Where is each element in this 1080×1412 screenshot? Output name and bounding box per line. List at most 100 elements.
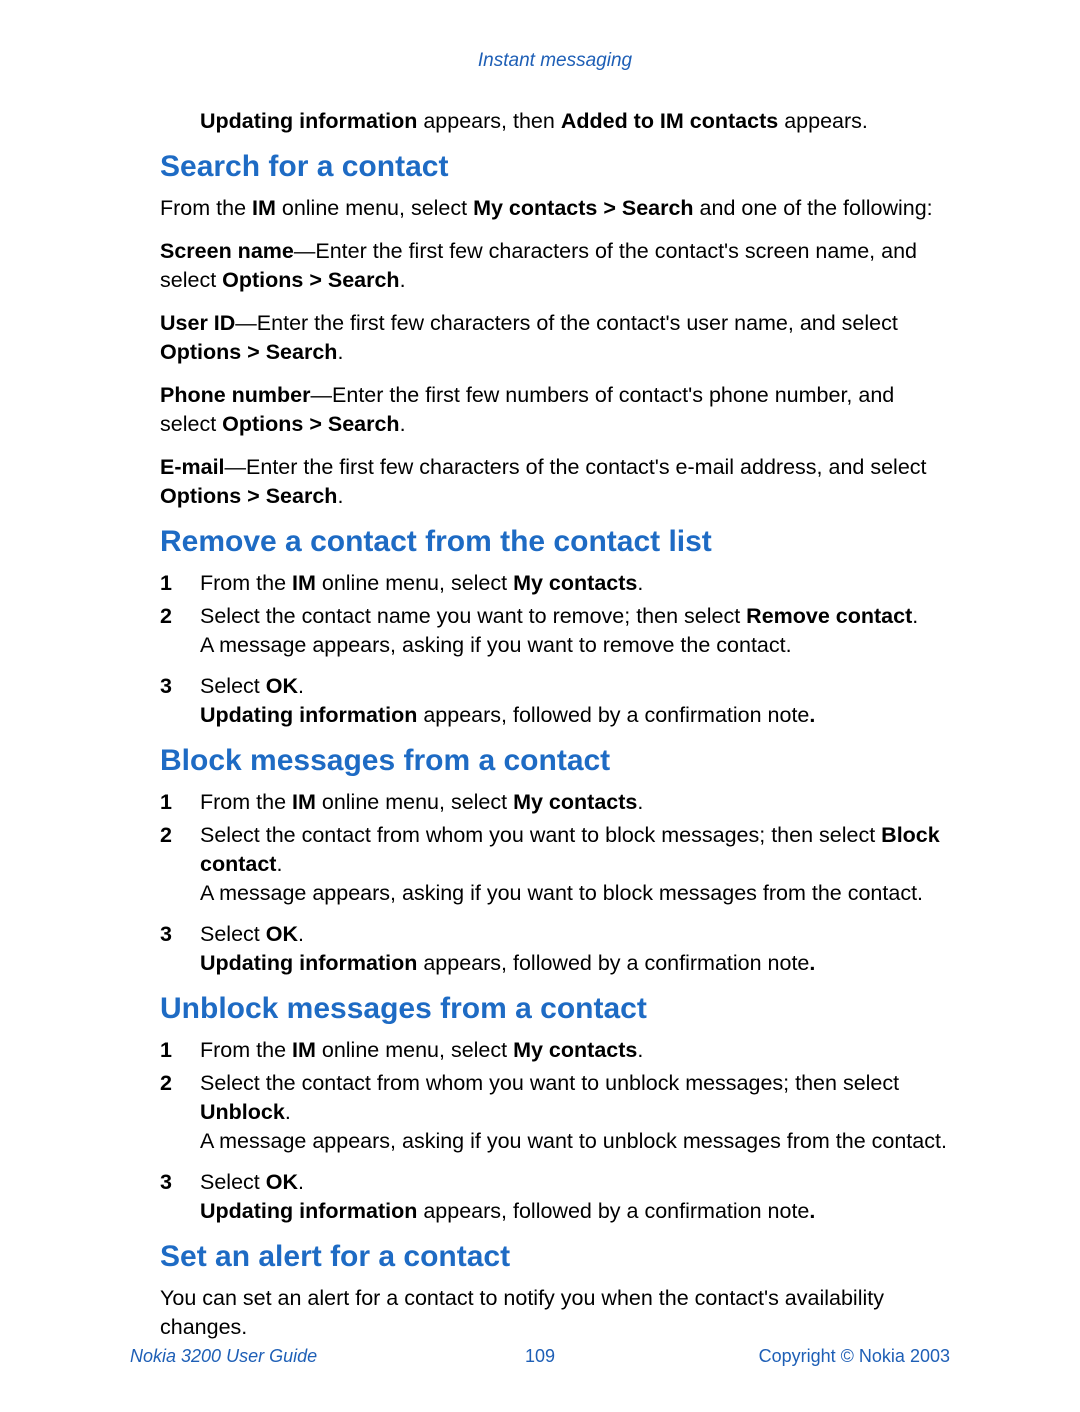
block-s1-b1: IM [292, 790, 316, 814]
search-p2-t2: . [400, 268, 406, 292]
search-p5: E-mail—Enter the first few characters of… [160, 453, 950, 511]
footer-right: Copyright © Nokia 2003 [759, 1346, 950, 1367]
block-step-3-num: 3 [160, 920, 172, 949]
unblock-step-3: 3 Select OK. Updating information appear… [160, 1168, 950, 1226]
search-p1-b1: IM [252, 196, 276, 220]
remove-s1-b1: IM [292, 571, 316, 595]
remove-step-3: 3 Select OK. Updating information appear… [160, 672, 950, 730]
search-p3-t2: . [337, 340, 343, 364]
search-p5-t1: —Enter the first few characters of the c… [225, 455, 927, 479]
unblock-step-1-num: 1 [160, 1036, 172, 1065]
block-s2-t2: . [276, 852, 282, 876]
unblock-s3-b1: OK [266, 1170, 298, 1194]
remove-step-2: 2 Select the contact name you want to re… [160, 602, 950, 660]
search-p1-t3: and one of the following: [694, 196, 933, 220]
remove-s3-line2t: appears, followed by a confirmation note [417, 703, 809, 727]
unblock-step-3-num: 3 [160, 1168, 172, 1197]
unblock-s2-line2: A message appears, asking if you want to… [200, 1129, 947, 1153]
remove-s3-line2b2: . [809, 703, 815, 727]
intro-text-1: appears, then [417, 109, 560, 133]
footer-left: Nokia 3200 User Guide [130, 1346, 317, 1367]
search-p4-b2: Options > Search [222, 412, 399, 436]
block-step-3: 3 Select OK. Updating information appear… [160, 920, 950, 978]
alert-p1: You can set an alert for a contact to no… [160, 1284, 950, 1342]
remove-s2-line2: A message appears, asking if you want to… [200, 633, 792, 657]
unblock-steps: 1 From the IM online menu, select My con… [160, 1036, 950, 1226]
unblock-s3-t1: Select [200, 1170, 266, 1194]
remove-s1-t1: From the [200, 571, 292, 595]
block-s3-line2t: appears, followed by a confirmation note [417, 951, 809, 975]
search-p5-b2: Options > Search [160, 484, 337, 508]
remove-step-1: 1 From the IM online menu, select My con… [160, 569, 950, 598]
search-p4-b1: Phone number [160, 383, 311, 407]
footer-page-number: 109 [525, 1346, 555, 1367]
remove-s3-line2b: Updating information [200, 703, 417, 727]
block-step-1-num: 1 [160, 788, 172, 817]
page-header: Instant messaging [160, 50, 950, 72]
search-p2-b1: Screen name [160, 239, 294, 263]
search-p5-t2: . [337, 484, 343, 508]
block-s3-line2b2: . [809, 951, 815, 975]
heading-block: Block messages from a contact [160, 744, 950, 778]
search-p3-t1: —Enter the first few characters of the c… [235, 311, 898, 335]
search-p4-t2: . [400, 412, 406, 436]
unblock-s3-t2: . [298, 1170, 304, 1194]
intro-bold-added: Added to IM contacts [561, 109, 778, 133]
heading-alert: Set an alert for a contact [160, 1240, 950, 1274]
remove-s2-t1: Select the contact name you want to remo… [200, 604, 746, 628]
intro-paragraph: Updating information appears, then Added… [160, 107, 950, 136]
remove-step-3-num: 3 [160, 672, 172, 701]
unblock-step-2: 2 Select the contact from whom you want … [160, 1069, 950, 1156]
unblock-step-2-num: 2 [160, 1069, 172, 1098]
block-s1-t2: online menu, select [316, 790, 513, 814]
unblock-s3-line2b2: . [809, 1199, 815, 1223]
unblock-s3-line2t: appears, followed by a confirmation note [417, 1199, 809, 1223]
block-s3-t1: Select [200, 922, 266, 946]
unblock-s1-t1: From the [200, 1038, 292, 1062]
block-step-1: 1 From the IM online menu, select My con… [160, 788, 950, 817]
remove-s3-t1: Select [200, 674, 266, 698]
page-footer: Nokia 3200 User Guide 109 Copyright © No… [130, 1346, 950, 1367]
search-p5-b1: E-mail [160, 455, 225, 479]
remove-steps: 1 From the IM online menu, select My con… [160, 569, 950, 730]
block-s2-t1: Select the contact from whom you want to… [200, 823, 881, 847]
unblock-s1-t3: . [637, 1038, 643, 1062]
remove-s2-b1: Remove contact [746, 604, 912, 628]
remove-s3-t2: . [298, 674, 304, 698]
search-p1-t2: online menu, select [276, 196, 473, 220]
block-s1-b2: My contacts [513, 790, 637, 814]
unblock-s1-b2: My contacts [513, 1038, 637, 1062]
search-p3: User ID—Enter the first few characters o… [160, 309, 950, 367]
heading-unblock: Unblock messages from a contact [160, 992, 950, 1026]
block-s3-line2b: Updating information [200, 951, 417, 975]
block-s1-t1: From the [200, 790, 292, 814]
search-p1: From the IM online menu, select My conta… [160, 194, 950, 223]
intro-text-2: appears. [778, 109, 868, 133]
unblock-s2-b1: Unblock [200, 1100, 285, 1124]
remove-s2-t2: . [912, 604, 918, 628]
document-page: Instant messaging Updating information a… [0, 0, 1080, 1396]
remove-step-2-num: 2 [160, 602, 172, 631]
unblock-s1-t2: online menu, select [316, 1038, 513, 1062]
unblock-s3-line2b: Updating information [200, 1199, 417, 1223]
search-p2: Screen name—Enter the first few characte… [160, 237, 950, 295]
search-p4: Phone number—Enter the first few numbers… [160, 381, 950, 439]
remove-s1-b2: My contacts [513, 571, 637, 595]
block-s2-line2: A message appears, asking if you want to… [200, 881, 923, 905]
unblock-s2-t1: Select the contact from whom you want to… [200, 1071, 899, 1095]
search-p1-t1: From the [160, 196, 252, 220]
remove-s3-b1: OK [266, 674, 298, 698]
heading-search: Search for a contact [160, 150, 950, 184]
search-p1-b2: My contacts > Search [473, 196, 693, 220]
search-p2-b2: Options > Search [222, 268, 399, 292]
remove-s1-t2: online menu, select [316, 571, 513, 595]
block-s1-t3: . [637, 790, 643, 814]
unblock-step-1: 1 From the IM online menu, select My con… [160, 1036, 950, 1065]
remove-s1-t3: . [637, 571, 643, 595]
heading-remove: Remove a contact from the contact list [160, 525, 950, 559]
intro-bold-updating: Updating information [200, 109, 417, 133]
unblock-s2-t2: . [285, 1100, 291, 1124]
search-p3-b2: Options > Search [160, 340, 337, 364]
block-step-2-num: 2 [160, 821, 172, 850]
search-p3-b1: User ID [160, 311, 235, 335]
